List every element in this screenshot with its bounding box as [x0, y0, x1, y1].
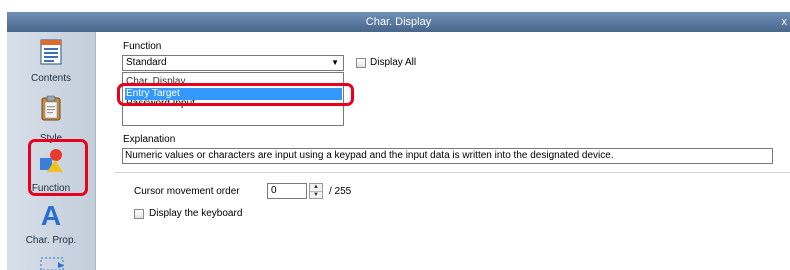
svg-text:A: A	[41, 200, 61, 228]
window-titlebar: Char. Display x	[7, 12, 790, 32]
sidebar-item-label: Contents	[30, 73, 72, 84]
contents-icon	[40, 39, 62, 65]
clipboard-icon	[41, 95, 61, 121]
explanation-text: Numeric values or characters are input u…	[122, 148, 773, 164]
partial-next-icon	[40, 257, 64, 270]
function-dropdown[interactable]: Standard ▼	[122, 55, 344, 71]
display-keyboard-checkbox[interactable]	[134, 209, 144, 219]
display-all-label: Display All	[370, 57, 417, 68]
entry-target-highlight-box	[117, 83, 354, 106]
letter-a-icon: A	[41, 200, 61, 231]
sidebar-item-label: Function	[31, 183, 71, 194]
function-label: Function	[123, 41, 162, 52]
window-title: Char. Display	[365, 16, 432, 28]
sidebar-item-style[interactable]: Style	[7, 94, 95, 144]
function-dropdown-value: Standard	[126, 57, 167, 68]
explanation-label: Explanation	[123, 134, 176, 145]
cursor-order-input[interactable]: 0	[267, 183, 307, 199]
divider	[115, 172, 790, 173]
cursor-order-spinner[interactable]: ▲ ▼	[309, 183, 323, 199]
sidebar-item-label: Char. Prop.	[25, 235, 77, 246]
display-keyboard-label: Display the keyboard	[149, 208, 243, 219]
shapes-icon	[40, 149, 63, 172]
chevron-down-icon: ▼	[331, 58, 339, 67]
sidebar-item-char-prop[interactable]: A Char. Prop.	[7, 200, 95, 246]
spin-up-icon[interactable]: ▲	[310, 184, 322, 192]
close-button[interactable]: x	[782, 12, 788, 32]
spin-down-icon[interactable]: ▼	[310, 192, 322, 199]
sidebar-item-function[interactable]: Function	[7, 146, 95, 194]
cursor-order-max: / 255	[329, 186, 352, 197]
display-all-checkbox[interactable]	[356, 58, 366, 68]
sidebar-item-contents[interactable]: Contents	[7, 38, 95, 84]
cursor-order-label: Cursor movement order	[134, 186, 240, 197]
